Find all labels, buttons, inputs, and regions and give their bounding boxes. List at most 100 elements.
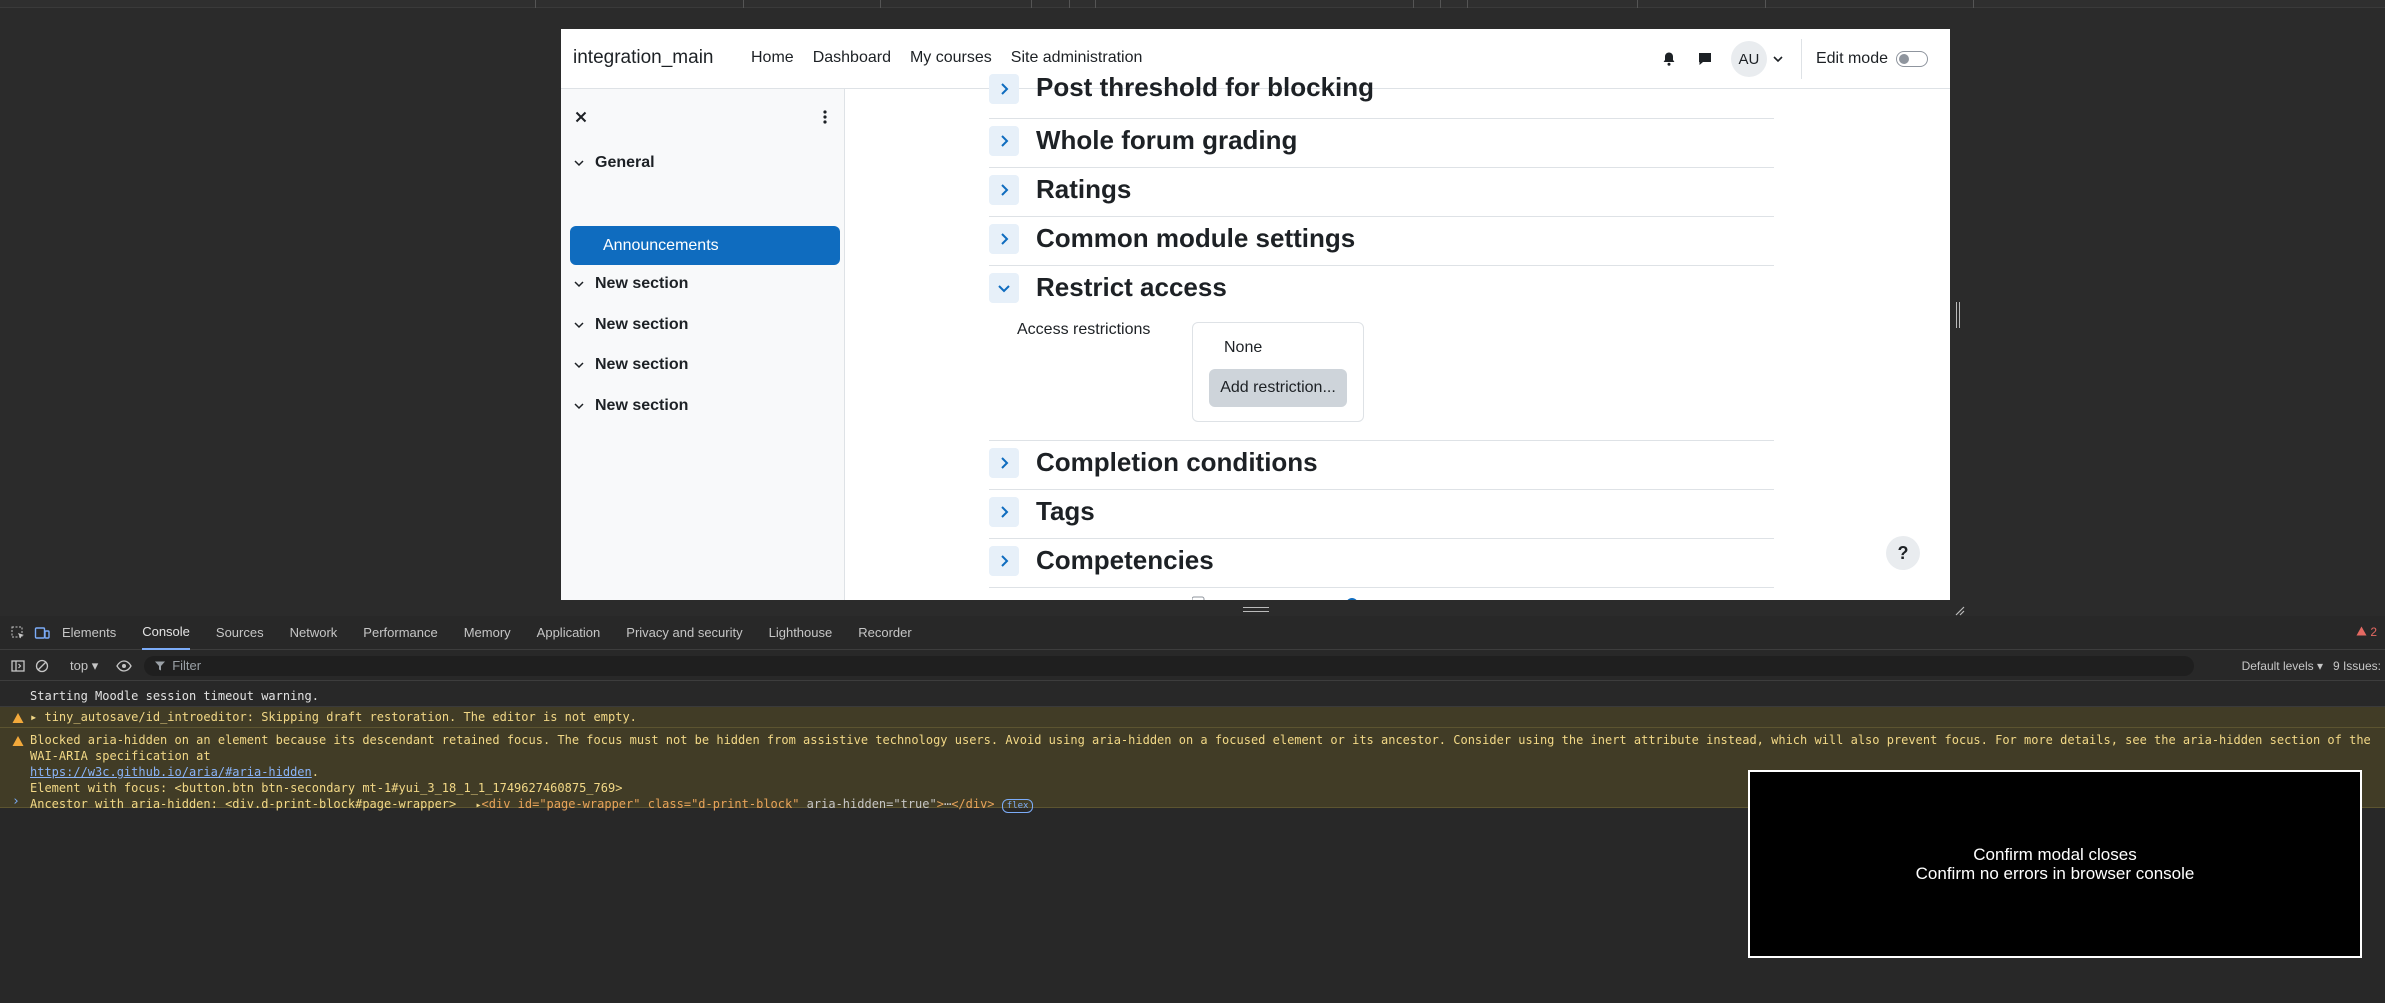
messages-chat-icon[interactable] [1687,41,1723,77]
warning-text: tiny_autosave/id_introeditor: Skipping d… [44,710,637,724]
flex-badge[interactable]: flex [1001,799,1034,813]
viewport-width-resize-handle[interactable] [1956,302,1960,328]
help-question-icon[interactable]: ? [1886,536,1920,570]
expand-chevron-right-icon[interactable] [989,175,1019,205]
course-index-section-new-2[interactable]: New section [571,306,839,344]
console-filter-input[interactable]: Filter [144,655,2195,676]
nav-link-site-administration[interactable]: Site administration [1011,49,1143,67]
collapse-chevron-down-icon[interactable] [989,273,1019,303]
course-index-section-general[interactable]: General [571,144,839,182]
expand-chevron-right-icon[interactable] [989,448,1019,478]
edit-mode-toggle[interactable] [1896,51,1928,67]
overlay-line-2: Confirm no errors in browser console [1915,864,2195,883]
course-index-section-new-4[interactable]: New section [571,387,839,425]
section-collapse-chevron-icon[interactable] [571,155,587,171]
devtools-tab-bar: Elements Console Sources Network Perform… [0,616,2385,650]
test-step-overlay: Confirm modal closes Confirm no errors i… [1748,770,2362,958]
issues-counter[interactable]: 9 Issues: [2333,659,2381,673]
restrictions-none-text: None [1224,339,1263,356]
expand-chevron-right-icon[interactable] [989,546,1019,576]
course-index-section-new-3[interactable]: New section [571,346,839,384]
course-index-item-announcements[interactable]: Announcements [570,226,840,265]
section-title[interactable]: Common module settings [1036,223,1355,254]
sidebar-toggle-icon[interactable] [10,658,26,674]
navbar-divider [1800,39,1802,79]
console-log-info: Starting Moodle session timeout warning. [0,685,2385,707]
viewport-corner-resize-icon[interactable] [1953,604,1965,616]
inspect-element-icon[interactable] [10,625,26,641]
devtools-tab-recorder[interactable]: Recorder [858,616,911,650]
devtools-tab-performance[interactable]: Performance [363,616,437,650]
nav-link-my-courses[interactable]: My courses [910,49,992,67]
course-index-section-label: New section [595,275,689,292]
notifications-bell-icon[interactable] [1651,41,1687,77]
devtools-tab-lighthouse[interactable]: Lighthouse [769,616,833,650]
primary-navigation: Home Dashboard My courses Site administr… [751,49,1161,67]
section-title[interactable]: Competencies [1036,545,1214,576]
overlay-line-1: Confirm modal closes [1973,845,2137,864]
course-index-section-label: New section [595,397,689,414]
section-common-module-settings: Common module settings [989,217,1774,266]
console-prompt-input[interactable]: › [12,794,20,809]
site-brand[interactable]: integration_main [573,47,713,69]
section-collapse-chevron-icon[interactable] [571,276,587,292]
section-title[interactable]: Post threshold for blocking [1036,72,1374,103]
context-selector[interactable]: top ▾ [70,658,98,674]
devtools-device-ruler [0,0,2385,8]
section-collapse-chevron-icon[interactable] [571,317,587,333]
node-tag-close: </div> [951,797,995,811]
section-title[interactable]: Restrict access [1036,272,1227,303]
section-title[interactable]: Tags [1036,496,1095,527]
warning-count-badge[interactable]: 2 [2356,625,2377,639]
clear-console-icon[interactable] [34,658,50,674]
context-selector-value: top [70,657,89,673]
expand-arrow-icon[interactable]: ▸ [30,710,37,724]
viewport-height-resize-handle[interactable] [1243,607,1269,612]
add-restriction-button[interactable]: Add restriction... [1209,369,1347,407]
user-menu-chevron-down-icon[interactable] [1771,52,1785,66]
expand-chevron-right-icon[interactable] [989,74,1019,104]
devtools-tab-sources[interactable]: Sources [216,616,264,650]
section-competencies: Competencies [989,539,1774,588]
wai-aria-spec-link[interactable]: https://w3c.github.io/aria/#aria-hidden [30,765,312,779]
ancestor-prefix: Ancestor with aria-hidden: <div.d-print-… [30,797,457,811]
section-title[interactable]: Whole forum grading [1036,125,1297,156]
warning-text: Blocked aria-hidden on an element becaus… [30,733,2371,763]
devtools-tab-application[interactable]: Application [537,616,601,650]
live-expression-eye-icon[interactable] [116,658,132,674]
access-restrictions-label: Access restrictions [1017,321,1151,338]
filter-funnel-icon [155,661,166,670]
expand-chevron-right-icon[interactable] [989,126,1019,156]
devtools-tab-memory[interactable]: Memory [464,616,511,650]
course-index-drawer: General Announcements New section New se… [561,89,845,600]
section-title[interactable]: Ratings [1036,174,1131,205]
user-avatar[interactable]: AU [1730,41,1767,77]
device-toolbar-icon[interactable] [34,625,50,641]
console-warning-autosave[interactable]: ▸ tiny_autosave/id_introeditor: Skipping… [0,707,2385,728]
course-index-section-label: New section [595,356,689,373]
console-toolbar: top ▾ Filter Default levels ▾ 9 Issues: [0,651,2385,681]
viewport-right-gutter [1950,29,1970,600]
section-whole-forum-grading: Whole forum grading [989,119,1774,168]
nav-link-home[interactable]: Home [751,49,794,67]
warning-triangle-icon [12,736,24,746]
expand-chevron-right-icon[interactable] [989,224,1019,254]
course-index-item-label: Announcements [603,236,719,254]
close-drawer-icon[interactable] [573,109,589,125]
nav-link-dashboard[interactable]: Dashboard [813,49,891,67]
devtools-tab-network[interactable]: Network [290,616,338,650]
log-levels-dropdown[interactable]: Default levels ▾ [2242,659,2323,673]
expand-chevron-right-icon[interactable] [989,497,1019,527]
edit-mode-label: Edit mode [1815,50,1888,67]
section-collapse-chevron-icon[interactable] [571,398,587,414]
node-tag-open[interactable]: <div [482,797,518,811]
warning-count-value: 2 [2370,625,2377,639]
devtools-tab-privacy-security[interactable]: Privacy and security [626,616,742,650]
devtools-tab-elements[interactable]: Elements [62,616,116,650]
section-title[interactable]: Completion conditions [1036,447,1318,478]
drawer-options-kebab-icon[interactable] [817,109,833,125]
devtools-tab-console[interactable]: Console [142,616,190,650]
section-collapse-chevron-icon[interactable] [571,357,587,373]
course-index-section-new-1[interactable]: New section [571,265,839,303]
section-completion-conditions: Completion conditions [989,441,1774,490]
